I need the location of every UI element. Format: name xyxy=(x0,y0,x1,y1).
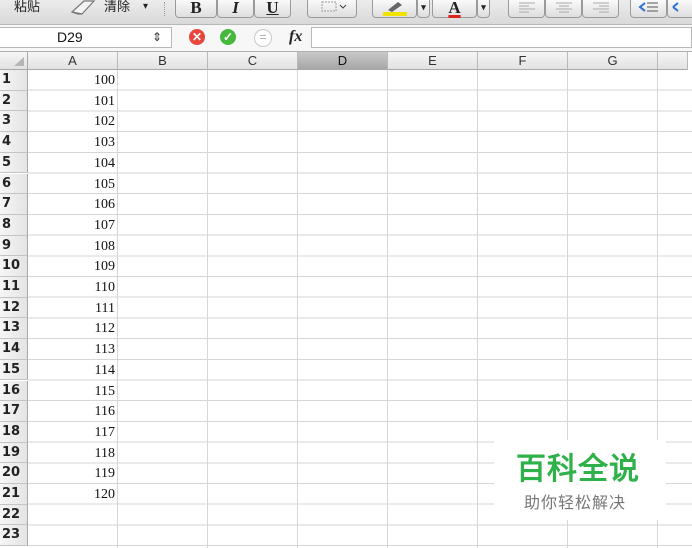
paste-button[interactable]: 粘贴 xyxy=(14,0,40,18)
align-left-icon xyxy=(518,2,535,13)
fill-color-button[interactable] xyxy=(372,0,417,18)
watermark-title: 百科全说 xyxy=(516,452,640,487)
row-header[interactable]: 6 xyxy=(0,173,28,195)
cancel-icon[interactable]: ✕ xyxy=(189,29,205,45)
row-header[interactable]: 11 xyxy=(0,277,28,298)
row-header[interactable]: 9 xyxy=(0,235,28,257)
font-color-dropdown-icon[interactable]: ▾ xyxy=(477,0,490,18)
cell-a-value[interactable]: 114 xyxy=(28,360,115,381)
row-header[interactable]: 23 xyxy=(0,525,28,547)
name-box[interactable]: D29 ⇕ xyxy=(0,27,172,48)
cell-a-value[interactable]: 106 xyxy=(28,194,115,215)
row-header[interactable]: 7 xyxy=(0,194,28,215)
row-header[interactable]: 19 xyxy=(0,442,28,464)
row-header[interactable]: 15 xyxy=(0,359,28,381)
cell-a-value[interactable]: 100 xyxy=(28,70,115,91)
increase-indent-button[interactable] xyxy=(667,0,692,18)
row-header[interactable]: 3 xyxy=(0,111,28,133)
font-color-button[interactable]: A xyxy=(432,0,477,18)
row-header[interactable]: 18 xyxy=(0,421,28,443)
row-header[interactable]: 14 xyxy=(0,339,28,360)
clear-dropdown-icon[interactable]: ▾ xyxy=(143,0,148,18)
row-header[interactable]: 4 xyxy=(0,132,28,153)
cell-a-value[interactable]: 107 xyxy=(28,215,115,236)
column-header-g[interactable]: G xyxy=(568,52,658,70)
row-header[interactable]: 10 xyxy=(0,256,28,277)
row-header[interactable]: 5 xyxy=(0,152,28,174)
row-header[interactable]: 13 xyxy=(0,318,28,340)
align-right-icon xyxy=(592,2,609,13)
select-all-corner[interactable] xyxy=(0,52,28,70)
row-header[interactable]: 16 xyxy=(0,380,28,402)
column-header-b[interactable]: B xyxy=(118,52,208,70)
row-header[interactable]: 20 xyxy=(0,463,28,484)
column-header-f[interactable]: F xyxy=(478,52,568,70)
cell-a-value[interactable]: 115 xyxy=(28,381,115,402)
align-left-button[interactable] xyxy=(508,0,545,18)
row-header[interactable]: 12 xyxy=(0,297,28,319)
toolbar: 粘贴 清除 ▾ B I U ▾ A ▾ xyxy=(0,0,692,25)
row-header[interactable]: 21 xyxy=(0,484,28,505)
cell-a-value[interactable]: 104 xyxy=(28,153,115,174)
watermark-subtitle: 助你轻松解决 xyxy=(524,493,627,512)
row-header[interactable]: 1 xyxy=(0,70,28,91)
borders-icon xyxy=(321,1,347,12)
cell-a-value[interactable]: 110 xyxy=(28,277,115,298)
equals-button[interactable]: = xyxy=(254,29,272,47)
watermark: 百科全说 助你轻松解决 xyxy=(494,440,666,520)
align-center-icon xyxy=(555,2,572,13)
function-icon[interactable]: fx xyxy=(289,28,302,46)
eraser-icon[interactable] xyxy=(70,0,100,16)
align-right-button[interactable] xyxy=(582,0,619,18)
fill-color-dropdown-icon[interactable]: ▾ xyxy=(417,0,430,18)
increase-indent-icon xyxy=(672,2,679,12)
formula-bar: D29 ⇕ ✕ ✓ = fx xyxy=(0,25,692,52)
confirm-icon[interactable]: ✓ xyxy=(220,29,236,45)
cell-a-value[interactable]: 108 xyxy=(28,236,115,257)
cell-a-value[interactable]: 103 xyxy=(28,132,115,153)
cell-a-value[interactable]: 113 xyxy=(28,339,115,360)
row-header[interactable]: 8 xyxy=(0,214,28,236)
cell-a-value[interactable]: 117 xyxy=(28,422,115,443)
cell-a-value[interactable]: 105 xyxy=(28,174,115,195)
decrease-indent-icon xyxy=(637,2,658,12)
cell-a-value[interactable]: 116 xyxy=(28,401,115,422)
row-header[interactable]: 17 xyxy=(0,401,28,422)
clear-button[interactable]: 清除 xyxy=(104,0,130,18)
select-all-icon xyxy=(14,57,24,66)
bold-button[interactable]: B xyxy=(175,0,217,18)
column-header-c[interactable]: C xyxy=(208,52,298,70)
italic-button[interactable]: I xyxy=(217,0,254,18)
font-color-label: A xyxy=(448,0,461,17)
cell-a-value[interactable]: 120 xyxy=(28,484,115,505)
column-header-e[interactable]: E xyxy=(388,52,478,70)
row-header[interactable]: 2 xyxy=(0,90,28,112)
name-box-value: D29 xyxy=(57,29,83,45)
toolbar-divider xyxy=(164,2,166,16)
cell-a-value[interactable]: 111 xyxy=(28,298,115,319)
name-box-stepper-icon[interactable]: ⇕ xyxy=(152,28,162,47)
borders-button[interactable] xyxy=(307,0,357,18)
cell-a-value[interactable]: 118 xyxy=(28,443,115,464)
cell-a-value[interactable]: 109 xyxy=(28,256,115,277)
formula-input[interactable] xyxy=(311,27,692,48)
cell-a-value[interactable]: 112 xyxy=(28,318,115,339)
column-header-d[interactable]: D xyxy=(298,52,388,70)
align-center-button[interactable] xyxy=(545,0,582,18)
column-header-next[interactable] xyxy=(658,52,688,70)
cell-a-value[interactable]: 119 xyxy=(28,463,115,484)
column-header-a[interactable]: A xyxy=(28,52,118,70)
row-header[interactable]: 22 xyxy=(0,504,28,526)
cell-a-value[interactable]: 102 xyxy=(28,111,115,132)
decrease-indent-button[interactable] xyxy=(630,0,667,18)
highlighter-icon xyxy=(382,2,407,16)
underline-button[interactable]: U xyxy=(254,0,291,18)
cell-a-value[interactable]: 101 xyxy=(28,91,115,112)
